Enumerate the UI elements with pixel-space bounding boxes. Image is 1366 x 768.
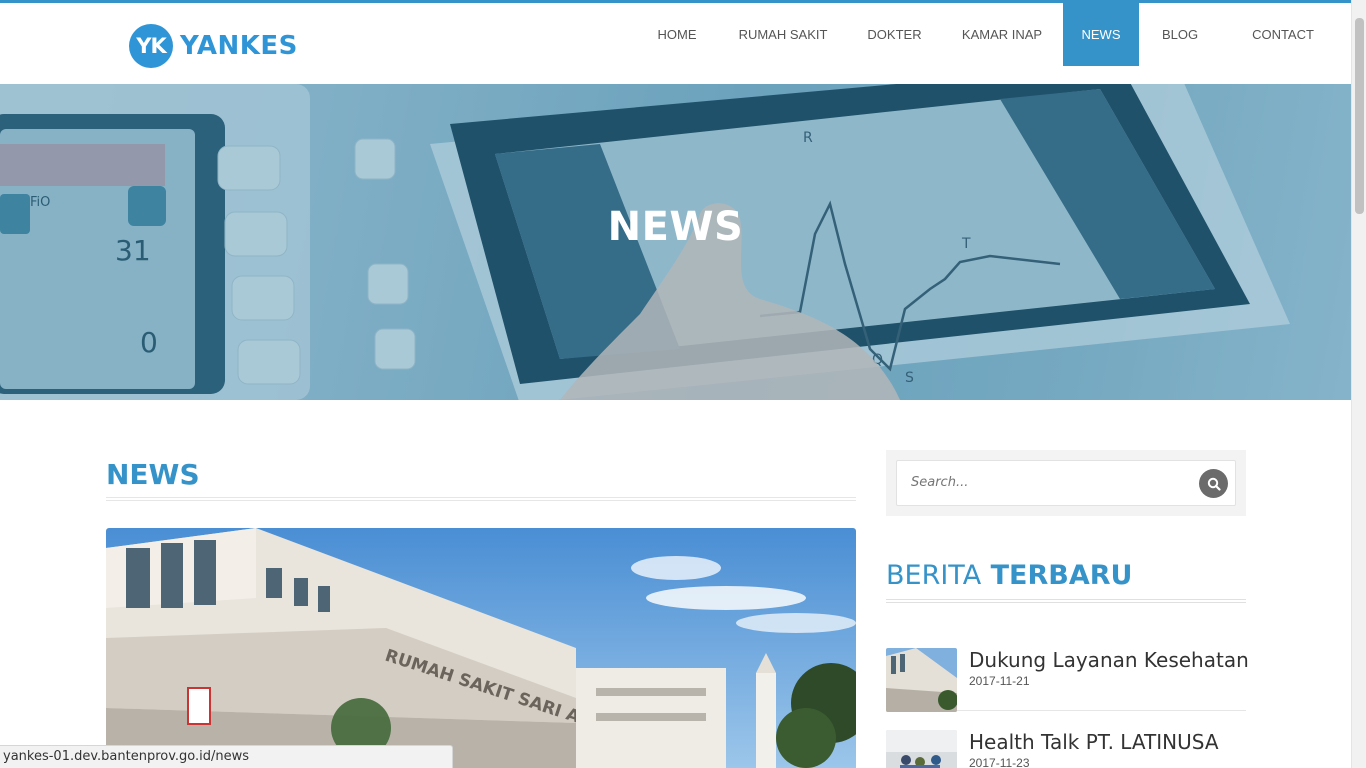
hospital-building-image: RUMAH SAKIT SARI ASIH SERANG: [106, 528, 856, 768]
hospital-building-thumb-image: [886, 648, 957, 712]
search-field: [896, 460, 1236, 506]
search-button[interactable]: [1199, 469, 1228, 498]
nav-item-home[interactable]: HOME: [636, 3, 718, 66]
latest-news-item[interactable]: Health Talk PT. LATINUSA 2017-11-23: [886, 730, 1246, 768]
page-scrollbar[interactable]: [1351, 0, 1366, 768]
browser-status-bar: yankes-01.dev.bantenprov.go.id/news: [0, 745, 453, 768]
news-thumbnail[interactable]: [886, 730, 957, 768]
search-icon: [1207, 477, 1221, 491]
search-widget: [886, 450, 1246, 516]
latest-news-heading-light: BERITA: [886, 560, 982, 591]
news-divider: [957, 710, 1246, 711]
main-nav: HOME RUMAH SAKIT DOKTER KAMAR INAP NEWS …: [636, 3, 1351, 66]
nav-item-contact[interactable]: CONTACT: [1221, 3, 1351, 66]
search-input[interactable]: [911, 475, 1191, 490]
news-thumbnail[interactable]: [886, 648, 957, 712]
sidebar-divider: [886, 599, 1246, 603]
title-divider: [106, 497, 856, 501]
hero-banner: FiO 31 0 R T S Q NEWS: [0, 84, 1351, 400]
news-date: 2017-11-21: [969, 674, 1030, 688]
site-header: YK YANKES HOME RUMAH SAKIT DOKTER KAMAR …: [0, 3, 1351, 84]
news-title[interactable]: Health Talk PT. LATINUSA: [969, 730, 1219, 754]
nav-item-rumah-sakit[interactable]: RUMAH SAKIT: [718, 3, 848, 66]
logo-badge-icon: YK: [129, 24, 173, 68]
latest-news-heading: BERITA TERBARU: [886, 560, 1132, 591]
latest-news-item[interactable]: Dukung Layanan Kesehatan 2017-11-21: [886, 648, 1249, 712]
health-talk-thumb-image: [886, 730, 957, 768]
nav-item-news[interactable]: NEWS: [1063, 3, 1139, 66]
nav-item-dokter[interactable]: DOKTER: [848, 3, 941, 66]
logo-text: YANKES: [180, 31, 298, 61]
hero-title: NEWS: [607, 204, 744, 250]
news-title[interactable]: Dukung Layanan Kesehatan: [969, 648, 1249, 672]
featured-news-image[interactable]: RUMAH SAKIT SARI ASIH SERANG: [106, 528, 856, 768]
nav-item-blog[interactable]: BLOG: [1139, 3, 1221, 66]
page-title: NEWS: [106, 458, 200, 491]
site-logo[interactable]: YK YANKES: [129, 24, 298, 68]
nav-item-kamar-inap[interactable]: KAMAR INAP: [941, 3, 1063, 66]
news-date: 2017-11-23: [969, 756, 1030, 768]
scrollbar-thumb[interactable]: [1355, 18, 1364, 214]
latest-news-heading-strong: TERBARU: [990, 560, 1133, 591]
